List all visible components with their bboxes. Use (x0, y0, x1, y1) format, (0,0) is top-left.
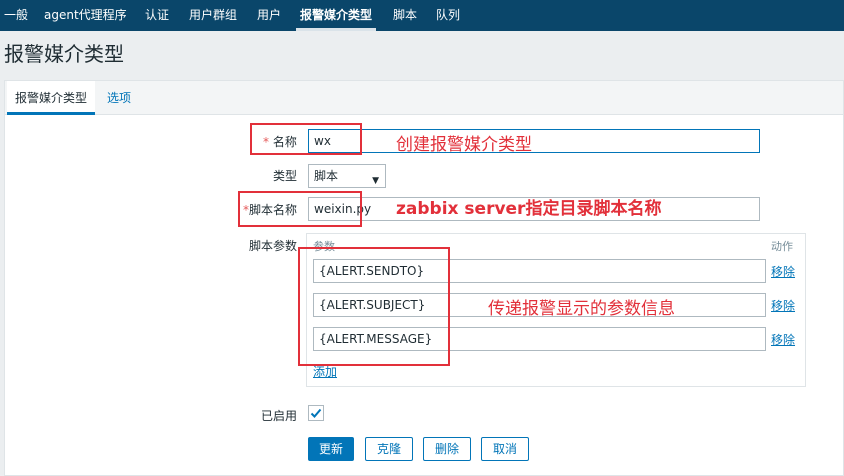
clone-button[interactable]: 克隆 (365, 437, 413, 461)
type-select[interactable]: 脚本 ▼ (308, 164, 386, 188)
annotation-create-media-type: 创建报警媒介类型 (396, 135, 532, 155)
annotation-params-info: 传递报警显示的参数信息 (488, 299, 675, 319)
nav-item-scripts[interactable]: 脚本 (393, 0, 417, 31)
tab-media-type[interactable]: 报警媒介类型 (7, 81, 96, 115)
nav-item-user-groups[interactable]: 用户群组 (189, 0, 237, 31)
check-icon (310, 408, 322, 418)
enabled-label: 已启用 (261, 409, 298, 423)
top-navigation: 一般 agent代理程序 认证 用户群组 用户 报警媒介类型 脚本 队列 (0, 0, 844, 31)
nav-item-queue[interactable]: 队列 (436, 0, 460, 31)
page-title: 报警媒介类型 (4, 42, 124, 66)
annotation-box-name (250, 123, 362, 155)
name-input[interactable]: wx (308, 129, 760, 153)
script-params-label: 脚本参数 (249, 239, 298, 253)
enabled-checkbox[interactable] (308, 405, 324, 421)
nav-item-general[interactable]: 一般 (4, 0, 28, 31)
column-header-action: 动作 (771, 240, 793, 253)
nav-item-authentication[interactable]: 认证 (145, 0, 169, 31)
annotation-box-params (298, 247, 450, 366)
cancel-button[interactable]: 取消 (481, 437, 529, 461)
annotation-script-directory: zabbix server指定目录脚本名称 (396, 199, 662, 219)
type-label: 类型 (273, 169, 298, 183)
remove-link[interactable]: 移除 (771, 331, 795, 348)
annotation-box-script-name (238, 191, 362, 227)
remove-link[interactable]: 移除 (771, 263, 795, 280)
remove-link[interactable]: 移除 (771, 297, 795, 314)
tab-options[interactable]: 选项 (107, 81, 131, 115)
chevron-down-icon: ▼ (372, 176, 379, 186)
nav-item-agent-proxies[interactable]: agent代理程序 (44, 0, 127, 31)
nav-item-users[interactable]: 用户 (257, 0, 281, 31)
type-select-value: 脚本 (314, 169, 339, 183)
nav-item-media-types[interactable]: 报警媒介类型 (295, 0, 377, 31)
tab-bar: 报警媒介类型 选项 (5, 81, 843, 115)
delete-button[interactable]: 删除 (423, 437, 471, 461)
update-button[interactable]: 更新 (308, 437, 354, 461)
